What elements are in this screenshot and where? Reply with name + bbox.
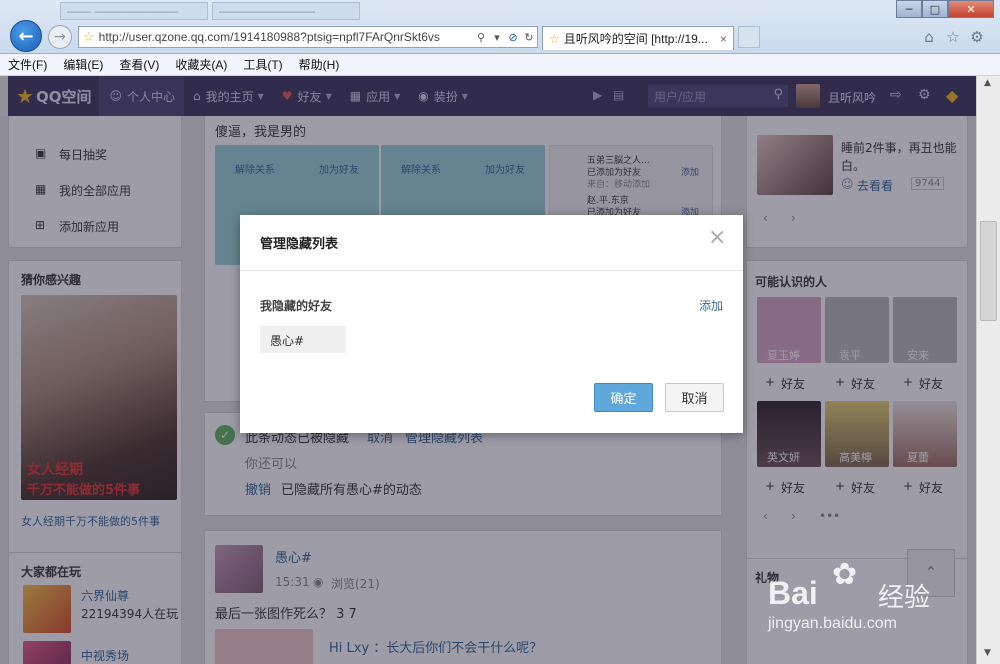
browser-tab-active[interactable]: ☆ 且听风吟的空间 [http://19... × (542, 26, 734, 50)
menu-help[interactable]: 帮助(H) (291, 56, 348, 73)
menu-favorites[interactable]: 收藏夹(A) (167, 56, 235, 73)
watermark-brand: Bai (768, 575, 818, 611)
add-hidden-friend-link[interactable]: 添加 (699, 297, 723, 314)
window-maximize-button[interactable]: □ (922, 0, 948, 18)
cancel-button[interactable]: 取消 (665, 383, 724, 412)
search-icon[interactable]: ⚲ (473, 31, 489, 44)
menu-view[interactable]: 查看(V) (111, 56, 167, 73)
address-url: http://user.qzone.qq.com/1914180988?ptsi… (98, 30, 440, 44)
scroll-down-icon[interactable]: ▼ (984, 648, 991, 658)
baidu-watermark: Bai ✿ 经验 jingyan.baidu.com (760, 555, 960, 645)
tab-close-icon[interactable]: × (720, 32, 727, 46)
hidden-friends-label: 我隐藏的好友 (260, 299, 333, 313)
arrow-right-icon: → (54, 29, 66, 45)
favorite-star-icon: ☆ (83, 29, 95, 44)
gear-icon[interactable]: ⚙ (968, 28, 986, 46)
window-minimize-button[interactable]: ─ (896, 0, 922, 18)
active-tab-title: 且听风吟的空间 [http://19... (563, 32, 708, 46)
dialog-divider (240, 270, 743, 271)
scrollbar-thumb[interactable] (980, 221, 997, 321)
paw-icon: ✿ (832, 557, 858, 592)
window-close-button[interactable]: ✕ (948, 0, 994, 18)
home-icon[interactable]: ⌂ (920, 28, 938, 46)
browser-chrome: —— ——————— ———————— ─ □ ✕ ← → ☆ http://u… (0, 0, 1000, 54)
stop-icon[interactable]: ⊘ (505, 31, 521, 44)
menu-tools[interactable]: 工具(T) (235, 56, 290, 73)
menu-file[interactable]: 文件(F) (0, 56, 55, 73)
forward-button[interactable]: → (48, 25, 72, 49)
tab-2-title: ———————— (219, 4, 315, 18)
back-button[interactable]: ← (10, 20, 42, 52)
browser-tab-1[interactable]: —— ——————— (60, 2, 208, 20)
watermark-brand-2: 经验 (878, 583, 931, 613)
favorites-icon[interactable]: ☆ (944, 28, 962, 46)
browser-tab-2[interactable]: ———————— (212, 2, 360, 20)
menu-bar: 文件(F) 编辑(E) 查看(V) 收藏夹(A) 工具(T) 帮助(H) (0, 54, 1000, 76)
dropdown-icon[interactable]: ▾ (489, 31, 505, 44)
scroll-up-icon[interactable]: ▲ (984, 78, 991, 88)
confirm-button[interactable]: 确定 (594, 383, 653, 412)
dialog-title: 管理隐藏列表 (260, 237, 339, 252)
favorite-star-icon: ☆ (549, 31, 560, 46)
address-bar[interactable]: ☆ http://user.qzone.qq.com/1914180988?pt… (78, 26, 538, 48)
manage-hidden-dialog: 管理隐藏列表 × 我隐藏的好友 添加 愚心# 确定 取消 (240, 215, 743, 433)
menu-edit[interactable]: 编辑(E) (55, 56, 111, 73)
watermark-url: jingyan.baidu.com (768, 615, 897, 632)
new-tab-button[interactable] (738, 26, 760, 48)
arrow-left-icon: ← (18, 25, 34, 47)
page-scrollbar[interactable]: ▲ ▼ (976, 76, 1000, 664)
hidden-friend-chip[interactable]: 愚心# (260, 326, 346, 353)
refresh-icon[interactable]: ↻ (521, 31, 537, 44)
close-icon[interactable]: × (708, 227, 726, 249)
tab-1-title: —— ——————— (67, 4, 179, 18)
